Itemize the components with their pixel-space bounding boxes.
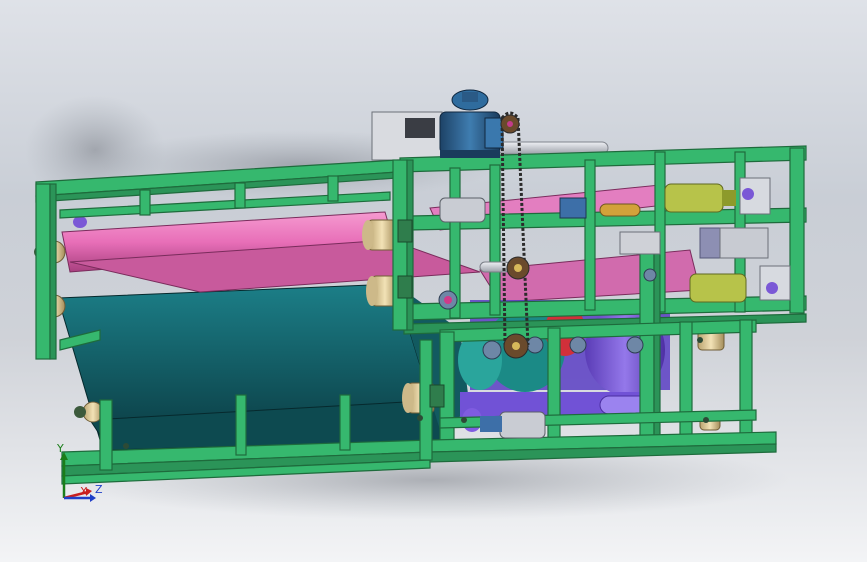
- axis-z-label: Z: [95, 483, 103, 496]
- cad-viewport[interactable]: Y X Z: [0, 0, 867, 562]
- belt-filter-press-model[interactable]: [0, 0, 867, 562]
- axis-y-label: Y: [57, 442, 64, 455]
- axis-x-label: X: [80, 485, 88, 498]
- drive-gearmotor: [439, 89, 504, 158]
